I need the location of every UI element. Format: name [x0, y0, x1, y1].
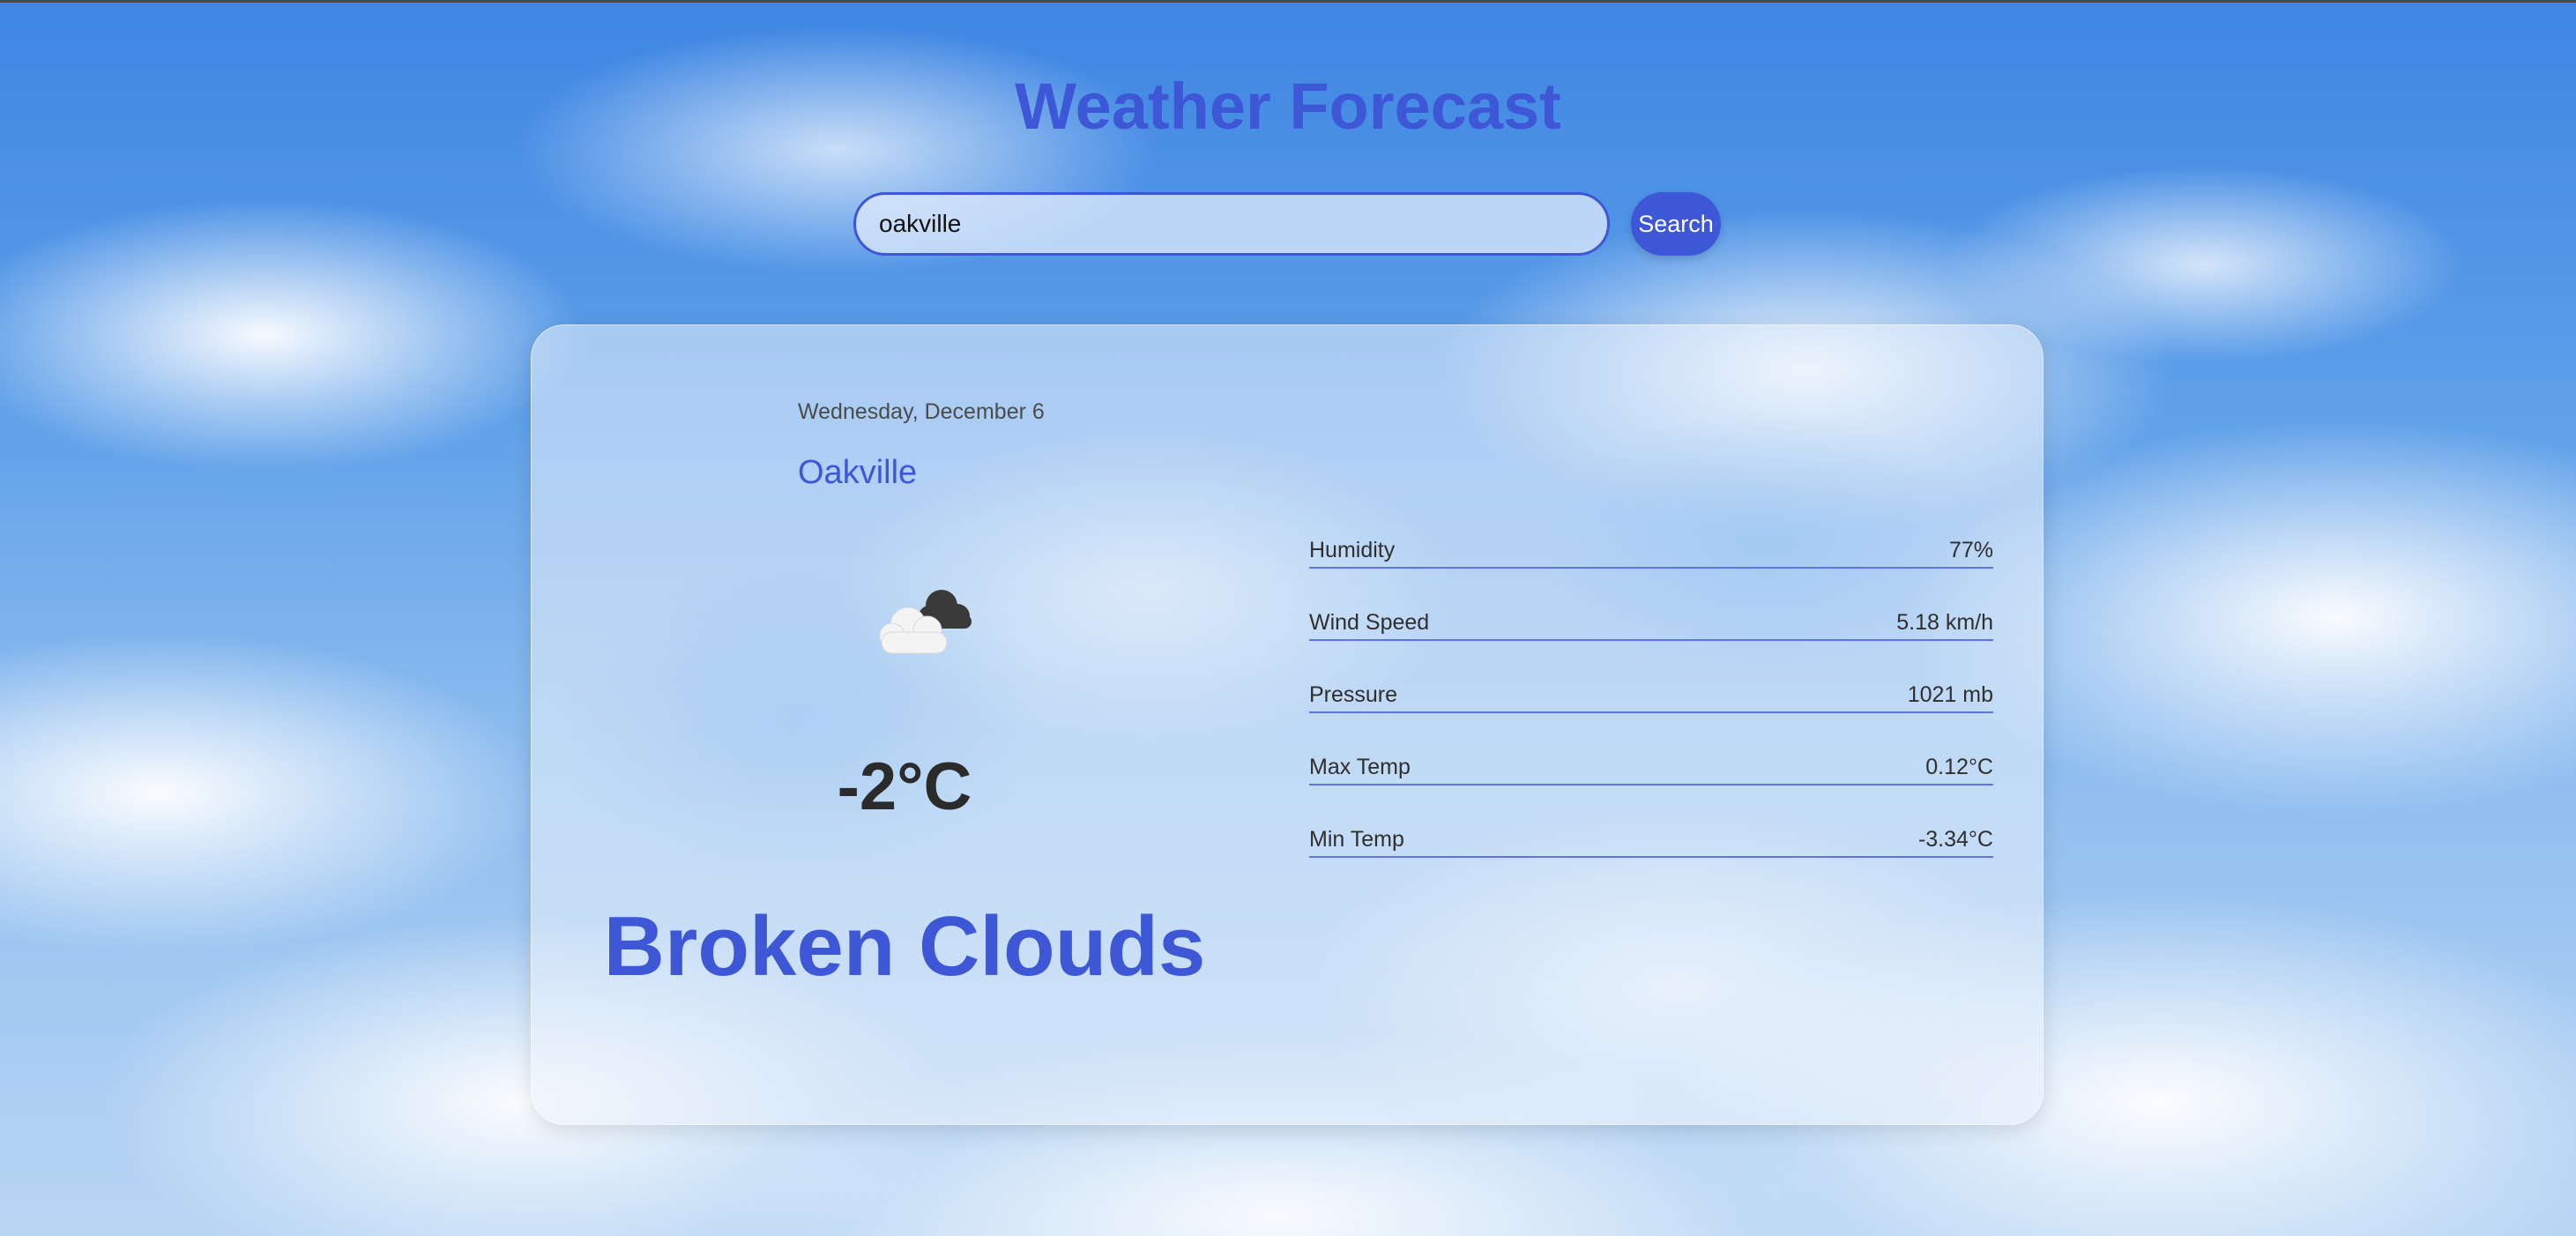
detail-row-wind-speed: Wind Speed 5.18 km/h	[1309, 607, 1993, 680]
detail-label: Humidity	[1309, 538, 1396, 562]
divider	[1309, 567, 1993, 569]
detail-row-min-temp: Min Temp -3.34°C	[1309, 824, 1993, 897]
broken-clouds-icon	[871, 581, 986, 660]
detail-row-max-temp: Max Temp 0.12°C	[1309, 752, 1993, 824]
forecast-date: Wednesday, December 6	[798, 399, 1045, 424]
detail-label: Max Temp	[1309, 755, 1411, 779]
detail-row-humidity: Humidity 77%	[1309, 535, 1993, 607]
page-title: Weather Forecast	[1015, 70, 1561, 143]
detail-value: 5.18 km/h	[1896, 610, 1993, 635]
detail-value: 77%	[1948, 538, 1993, 562]
divider	[1309, 856, 1993, 858]
weather-card: Wednesday, December 6 Oakville -2°C Brok…	[531, 324, 2044, 1125]
divider	[1309, 711, 1993, 713]
divider	[1309, 784, 1993, 786]
detail-label: Pressure	[1309, 682, 1398, 707]
detail-row-pressure: Pressure 1021 mb	[1309, 680, 1993, 752]
window-top-border	[0, 0, 2576, 3]
detail-value: -3.34°C	[1917, 827, 1993, 852]
weather-details: Humidity 77% Wind Speed 5.18 km/h Pressu…	[1309, 535, 1993, 897]
detail-value: 0.12°C	[1925, 755, 1993, 779]
search-button[interactable]: Search	[1631, 192, 1721, 256]
city-name: Oakville	[798, 454, 918, 491]
detail-value: 1021 mb	[1907, 682, 1993, 707]
weather-description: Broken Clouds	[603, 899, 1206, 994]
detail-label: Min Temp	[1309, 827, 1404, 852]
detail-label: Wind Speed	[1309, 610, 1430, 635]
divider	[1309, 639, 1993, 641]
search-input[interactable]	[853, 192, 1610, 256]
temperature: -2°C	[837, 749, 972, 824]
